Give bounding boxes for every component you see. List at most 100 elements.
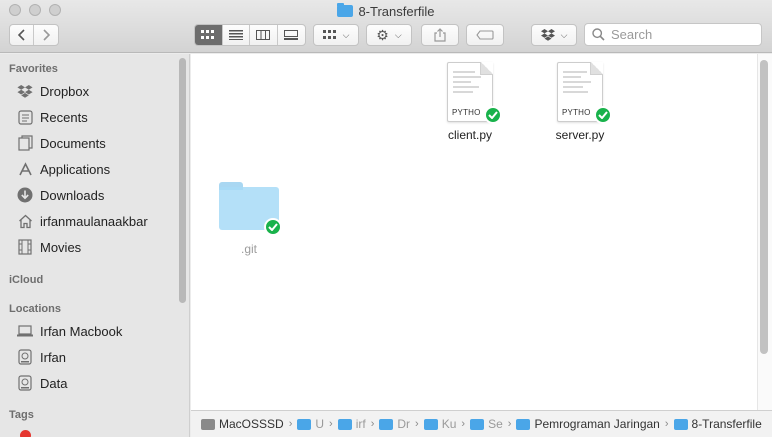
path-separator-icon: ›	[370, 418, 375, 430]
path-crumb-home[interactable]: irf	[337, 417, 366, 431]
group-by-button[interactable]: ⌵	[313, 24, 359, 46]
applications-icon	[16, 161, 34, 177]
path-separator-icon: ›	[329, 418, 333, 430]
folder-icon	[337, 3, 354, 17]
sidebar-item-label: Irfan	[40, 349, 67, 365]
sidebar-scrollbar[interactable]	[179, 58, 186, 303]
chevron-right-icon	[43, 29, 50, 41]
crumb-label: irf	[355, 417, 366, 431]
file-browser: PYTHO client.py PYTHO server.py .git	[191, 54, 757, 410]
sync-check-icon	[594, 106, 612, 124]
crumb-label: Pemrograman Jaringan	[534, 417, 660, 431]
folder-icon	[470, 418, 485, 430]
home-folder-icon	[337, 418, 352, 430]
share-icon	[434, 28, 446, 42]
disk-icon	[16, 349, 34, 365]
sidebar-item-documents[interactable]: Documents	[16, 132, 181, 154]
main-scrollbar[interactable]	[760, 60, 768, 354]
sidebar-item-label: Data	[40, 375, 68, 391]
chevron-down-icon: ⌵	[342, 29, 350, 40]
movies-icon	[16, 239, 34, 255]
crumb-label: Dr	[397, 417, 411, 431]
sidebar: Favorites Dropbox Recents Documents Appl…	[0, 54, 190, 437]
gear-icon: ⚙	[376, 26, 389, 43]
recents-icon	[16, 109, 34, 125]
file-item-server-py[interactable]: PYTHO server.py	[540, 62, 620, 142]
gallery-icon	[284, 30, 299, 40]
list-icon	[228, 30, 243, 40]
chevron-left-icon	[17, 29, 25, 41]
sidebar-item-recents[interactable]: Recents	[16, 106, 181, 128]
list-view-button[interactable]	[223, 25, 250, 45]
file-name: client.py	[447, 128, 493, 142]
users-folder-icon	[297, 418, 312, 430]
icon-view-button[interactable]	[195, 25, 223, 45]
disk-icon	[16, 375, 34, 391]
path-crumb-users[interactable]: U	[297, 417, 324, 431]
downloads-icon	[16, 187, 34, 203]
path-separator-icon: ›	[415, 418, 419, 430]
path-crumb-semester[interactable]: Se	[470, 417, 503, 431]
sidebar-item-irfan-disk[interactable]: Irfan	[16, 346, 181, 368]
python-file-icon: PYTHO	[447, 62, 502, 124]
edit-tags-button[interactable]	[466, 24, 504, 46]
folder-icon	[673, 418, 688, 430]
gallery-view-button[interactable]	[278, 25, 305, 45]
dropbox-menu-button[interactable]: ⌵	[531, 24, 577, 46]
python-file-icon: PYTHO	[557, 62, 612, 124]
path-crumb-pemrograman-jaringan[interactable]: Pemrograman Jaringan	[516, 417, 660, 431]
sidebar-section-icloud[interactable]: iCloud	[9, 274, 43, 286]
file-kind-label: PYTHO	[452, 108, 481, 117]
icon-grid-icon	[201, 30, 215, 39]
file-item-client-py[interactable]: PYTHO client.py	[430, 62, 510, 142]
chevron-down-icon: ⌵	[394, 29, 402, 40]
tag-color-dot[interactable]	[20, 430, 31, 437]
crumb-label: Ku	[441, 417, 457, 431]
sidebar-item-applications[interactable]: Applications	[16, 158, 181, 180]
crumb-label: Se	[488, 417, 503, 431]
laptop-icon	[16, 323, 34, 339]
navigation-buttons	[9, 24, 59, 46]
file-kind-label: PYTHO	[562, 108, 591, 117]
folder-icon	[516, 418, 531, 430]
crumb-label: 8-Transferfile	[691, 417, 762, 431]
file-name: server.py	[555, 128, 605, 142]
sidebar-item-data-disk[interactable]: Data	[16, 372, 181, 394]
dropbox-folder-icon	[379, 418, 394, 430]
sidebar-item-downloads[interactable]: Downloads	[16, 184, 181, 206]
path-crumb-dropbox[interactable]: Dr	[379, 417, 410, 431]
crumb-label: U	[315, 417, 325, 431]
folder-icon	[423, 418, 438, 430]
folder-icon	[219, 182, 282, 236]
dropbox-icon	[540, 29, 555, 41]
path-crumb-kuliah[interactable]: Ku	[423, 417, 457, 431]
window-title-text: 8-Transferfile	[358, 3, 435, 19]
window-title: 8-Transferfile	[0, 1, 772, 21]
sidebar-item-label: Documents	[40, 135, 106, 151]
path-crumb-disk[interactable]: MacOSSSD	[201, 417, 284, 431]
search-input[interactable]	[611, 27, 751, 42]
group-grid-icon	[322, 30, 336, 39]
share-button[interactable]	[421, 24, 459, 46]
crumb-label: MacOSSSD	[219, 417, 284, 431]
action-menu-button[interactable]: ⚙ ⌵	[366, 24, 412, 46]
chevron-down-icon: ⌵	[560, 29, 568, 40]
column-view-button[interactable]	[250, 25, 278, 45]
forward-button[interactable]	[34, 25, 58, 45]
search-box	[584, 23, 762, 46]
sidebar-item-label: Applications	[40, 161, 111, 177]
file-name: .git	[240, 242, 257, 256]
sidebar-item-home[interactable]: irfanmaulanaakbar	[16, 210, 181, 232]
sidebar-item-dropbox[interactable]: Dropbox	[16, 80, 181, 102]
sidebar-item-movies[interactable]: Movies	[16, 236, 181, 258]
sidebar-item-label: Irfan Macbook	[40, 323, 123, 339]
folder-item-git[interactable]: .git	[209, 182, 289, 256]
sidebar-item-label: Dropbox	[40, 83, 90, 99]
back-button[interactable]	[10, 25, 35, 45]
path-crumb-current[interactable]: 8-Transferfile	[673, 417, 762, 431]
search-icon	[592, 28, 605, 41]
sidebar-item-irfan-macbook[interactable]: Irfan Macbook	[16, 320, 181, 342]
path-separator-icon: ›	[461, 418, 466, 430]
sidebar-item-label: irfanmaulanaakbar	[40, 213, 148, 229]
path-bar: MacOSSSD › U › irf › Dr › Ku › Se › Pemr…	[191, 410, 772, 437]
